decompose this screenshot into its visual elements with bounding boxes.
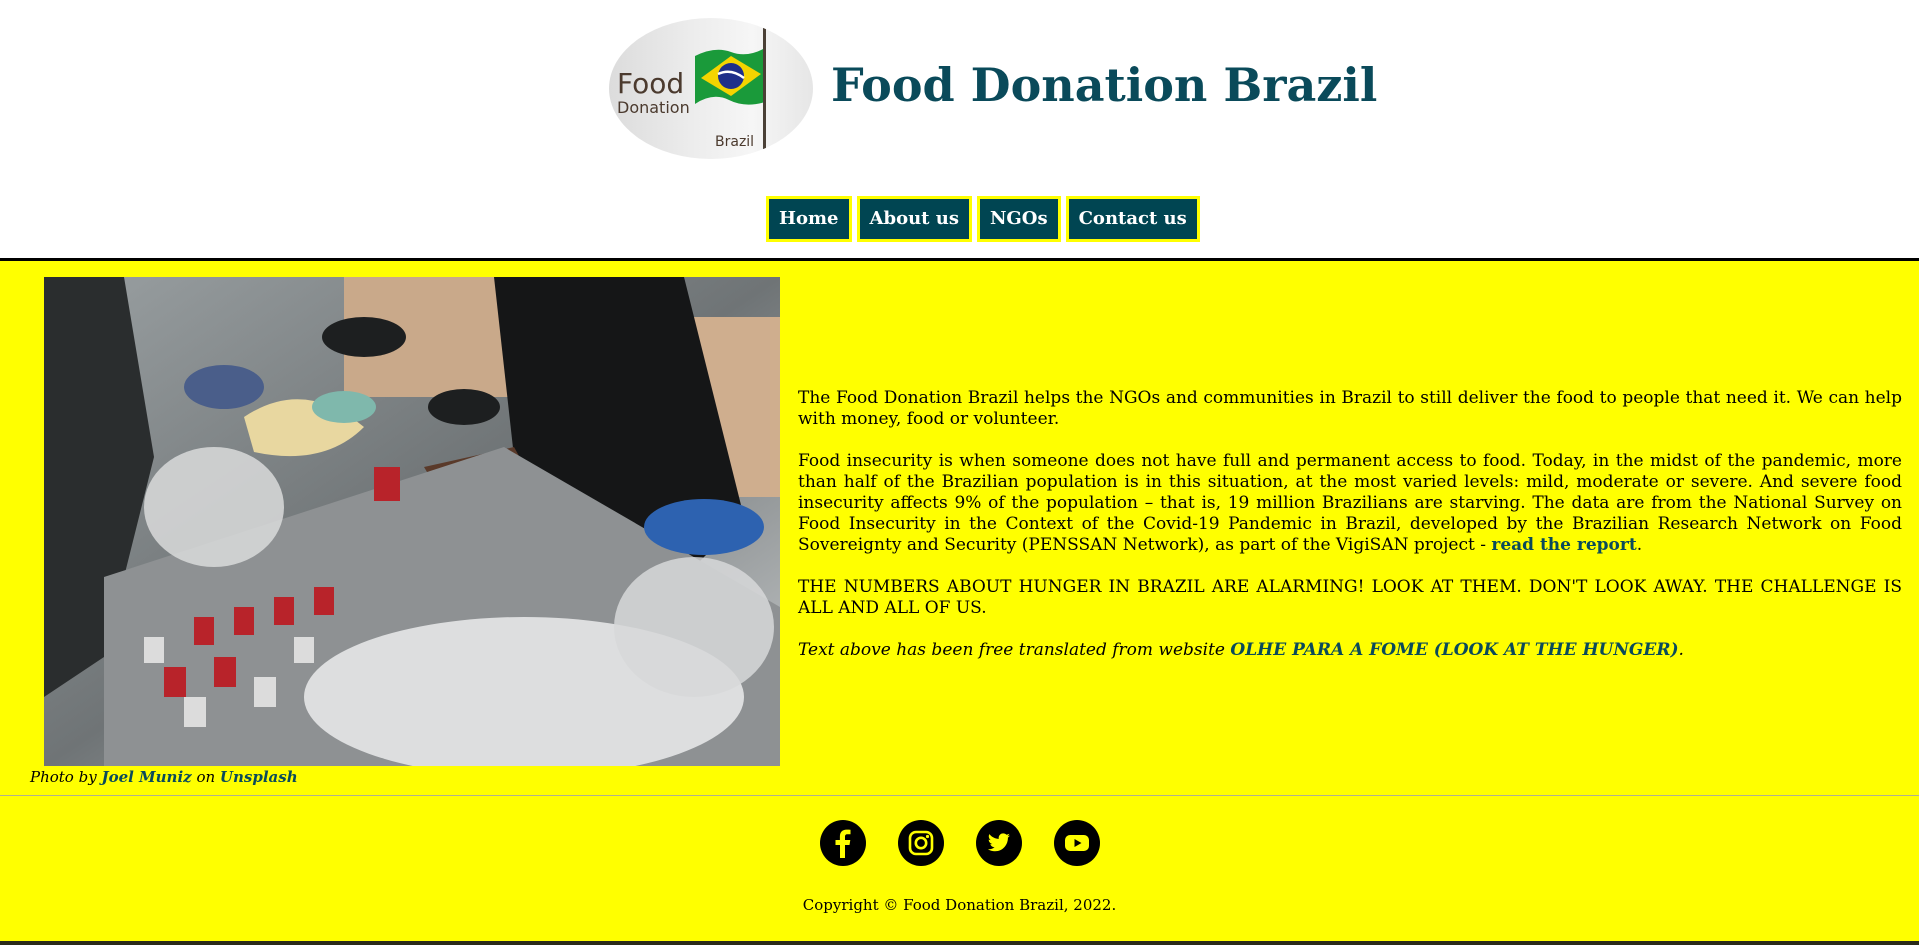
intro-text: The Food Donation Brazil helps the NGOs … bbox=[798, 388, 1902, 682]
nav-about-us[interactable]: About us bbox=[856, 196, 972, 242]
photo-author-link[interactable]: Joel Muniz bbox=[101, 768, 191, 786]
caption-mid: on bbox=[191, 768, 220, 786]
social-links bbox=[820, 820, 1132, 866]
alarm-paragraph: THE NUMBERS ABOUT HUNGER IN BRAZIL ARE A… bbox=[798, 577, 1902, 618]
olhe-para-a-fome-link[interactable]: OLHE PARA A FOME (LOOK AT THE HUNGER) bbox=[1230, 640, 1678, 660]
instagram-icon[interactable] bbox=[898, 820, 944, 866]
food-donation-photo bbox=[44, 277, 780, 766]
period: . bbox=[1636, 535, 1643, 555]
period: . bbox=[1678, 640, 1684, 660]
bottom-bar bbox=[0, 941, 1919, 945]
food-insecurity-paragraph: Food insecurity is when someone does not… bbox=[798, 451, 1902, 556]
food-insecurity-text: Food insecurity is when someone does not… bbox=[798, 451, 1902, 555]
caption-prefix: Photo by bbox=[30, 768, 102, 786]
nav-home[interactable]: Home bbox=[766, 196, 852, 242]
logo-word-brazil: Brazil bbox=[715, 134, 755, 150]
logo-word-donation: Donation bbox=[617, 98, 690, 117]
photo-source-link[interactable]: Unsplash bbox=[220, 768, 298, 786]
brazil-flag-icon bbox=[695, 48, 765, 105]
photo-caption: Photo by Joel Muniz on Unsplash bbox=[30, 768, 298, 786]
site-title: Food Donation Brazil bbox=[831, 58, 1378, 112]
twitter-icon[interactable] bbox=[976, 820, 1022, 866]
site-header: Food Donation Brazil Food Donation Brazi… bbox=[0, 0, 1919, 261]
site-logo[interactable]: Food Donation Brazil bbox=[609, 18, 813, 159]
copyright: Copyright © Food Donation Brazil, 2022. bbox=[802, 896, 1117, 914]
nav-contact-us[interactable]: Contact us bbox=[1065, 196, 1200, 242]
youtube-icon[interactable] bbox=[1054, 820, 1100, 866]
footer-divider bbox=[0, 795, 1919, 796]
translation-note-text: Text above has been free translated from… bbox=[798, 640, 1231, 660]
intro-paragraph: The Food Donation Brazil helps the NGOs … bbox=[798, 388, 1902, 429]
read-report-link[interactable]: read the report bbox=[1491, 535, 1636, 555]
main-nav: Home About us NGOs Contact us bbox=[766, 196, 1205, 242]
flag-pole bbox=[763, 18, 766, 159]
photo-illustration bbox=[44, 277, 780, 766]
logo-word-food: Food bbox=[617, 67, 685, 100]
translation-note: Text above has been free translated from… bbox=[798, 640, 1902, 661]
facebook-icon[interactable] bbox=[820, 820, 866, 866]
nav-ngos[interactable]: NGOs bbox=[976, 196, 1061, 242]
